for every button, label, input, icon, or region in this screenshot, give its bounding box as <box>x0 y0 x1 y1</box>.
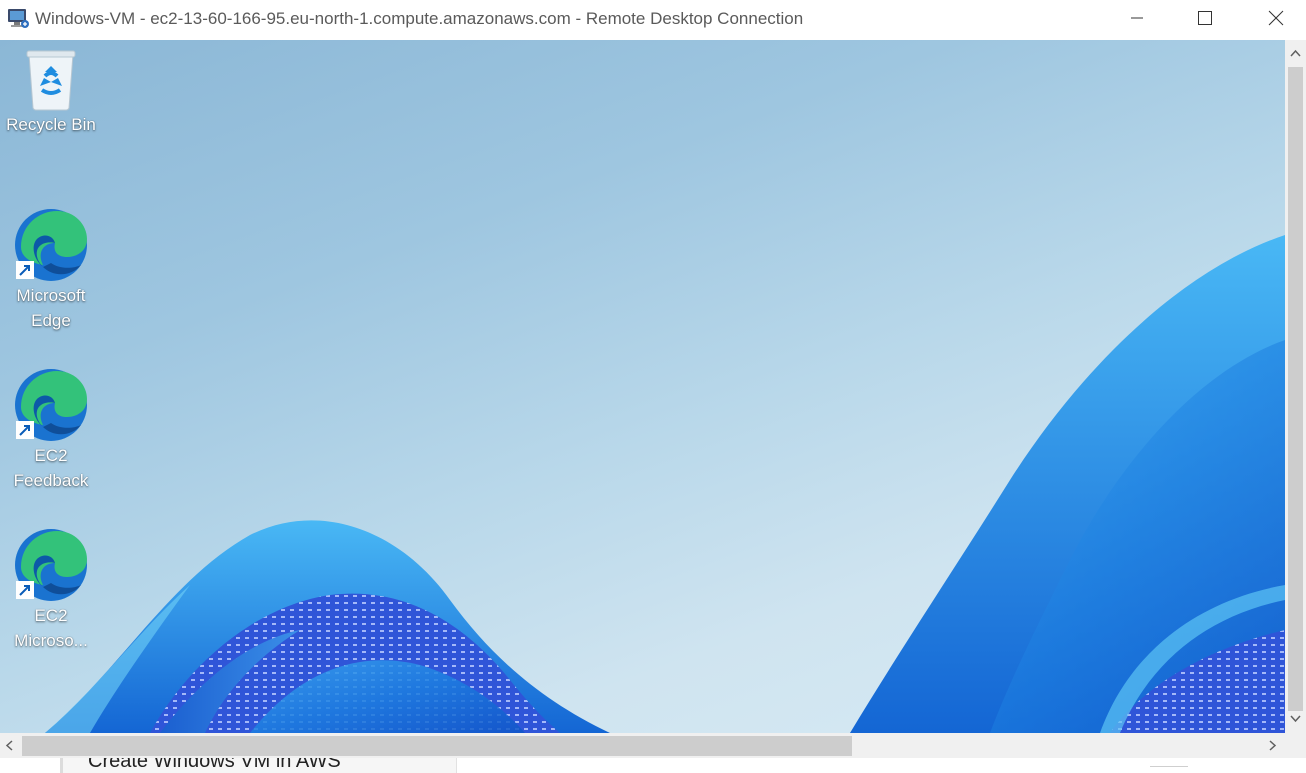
wallpaper-bloom <box>45 235 1285 733</box>
background-window: Create Windows VM in AWS <box>0 758 1306 773</box>
remote-desktop-surface[interactable]: Recycle Bin Microsoft Edge EC2 Feedback <box>0 40 1285 733</box>
maximize-icon <box>1198 11 1212 25</box>
desktop-icon-label: EC2 <box>34 606 68 625</box>
background-heading: Create Windows VM in AWS <box>88 758 341 772</box>
vertical-scrollbar[interactable] <box>1285 40 1306 733</box>
horizontal-scrollbar-thumb[interactable] <box>22 736 852 756</box>
recycle-bin-icon <box>26 50 76 111</box>
desktop-icon-label: Microsoft <box>16 286 86 305</box>
desktop-icon-label: Recycle Bin <box>6 115 96 134</box>
vertical-scrollbar-thumb[interactable] <box>1288 67 1303 711</box>
edge-icon <box>15 369 87 441</box>
desktop-icon-label: EC2 <box>34 446 68 465</box>
scroll-down-arrow-icon[interactable] <box>1289 712 1302 725</box>
desktop-icon-ec2-feedback[interactable]: EC2 Feedback <box>0 367 102 493</box>
desktop-icon-microsoft-edge[interactable]: Microsoft Edge <box>0 207 102 333</box>
scroll-right-arrow-icon[interactable] <box>1266 739 1279 752</box>
background-control <box>1150 766 1188 773</box>
scrollbar-corner <box>1285 733 1306 758</box>
scroll-left-arrow-icon[interactable] <box>3 739 16 752</box>
horizontal-scrollbar[interactable] <box>0 733 1285 758</box>
desktop-icon-ec2-microsoft[interactable]: EC2 Microso... <box>0 527 102 653</box>
edge-icon <box>15 209 87 281</box>
window-title: Windows-VM - ec2-13-60-166-95.eu-north-1… <box>35 9 804 28</box>
close-icon <box>1268 10 1284 26</box>
desktop-icon-recycle-bin[interactable]: Recycle Bin <box>0 48 102 137</box>
edge-icon <box>15 529 87 601</box>
desktop-icon-label: Edge <box>31 311 71 330</box>
maximize-button[interactable] <box>1182 0 1228 36</box>
scroll-up-arrow-icon[interactable] <box>1289 47 1302 60</box>
desktop-icon-label: Feedback <box>13 471 89 490</box>
title-bar[interactable]: Windows-VM - ec2-13-60-166-95.eu-north-1… <box>0 0 1306 40</box>
desktop-icon-label: Microso... <box>14 631 88 650</box>
remote-desktop-icon <box>6 7 30 31</box>
minimize-icon <box>1131 17 1143 19</box>
minimize-button[interactable] <box>1114 0 1160 36</box>
close-button[interactable] <box>1253 0 1299 36</box>
